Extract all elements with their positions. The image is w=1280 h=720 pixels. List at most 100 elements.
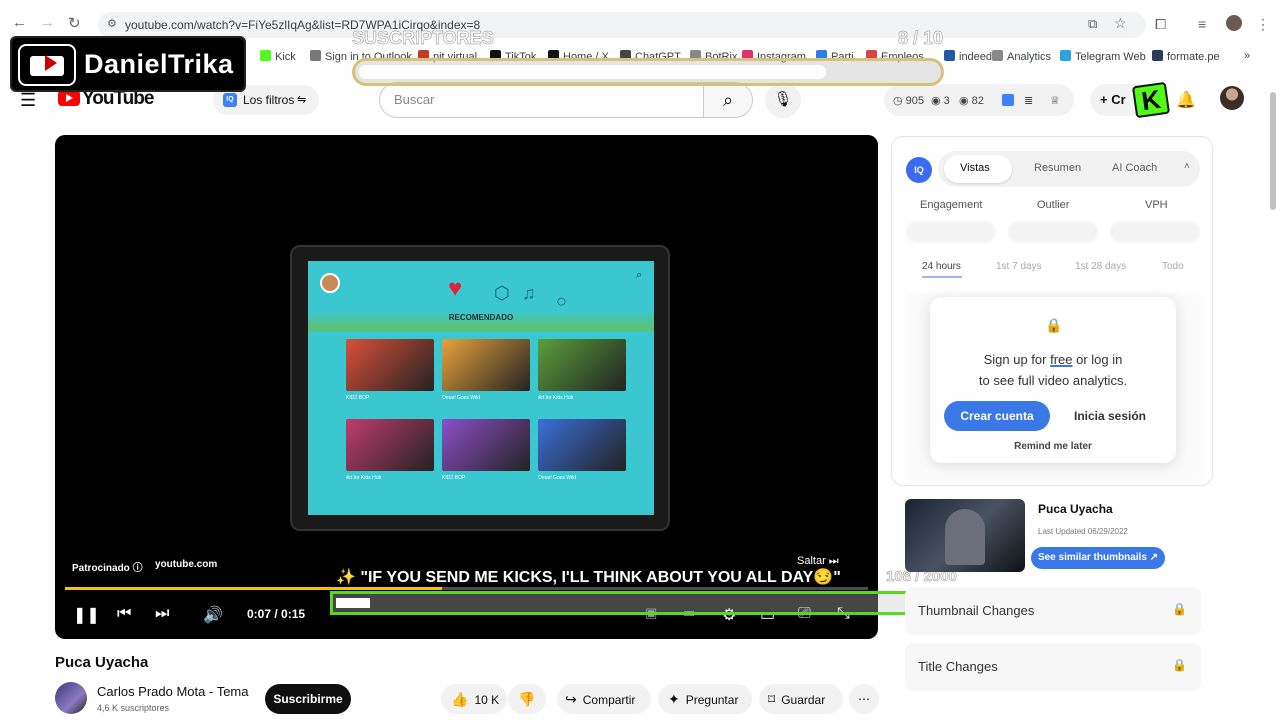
screen-thumbnail-caption: Art for Kids Hub [346, 475, 382, 481]
tab-resumen[interactable]: Resumen [1034, 162, 1081, 174]
microphone-icon: 🎙 [773, 91, 793, 108]
notifications-bell-icon[interactable]: 🔔 [1176, 90, 1196, 110]
screen-thumbnail [538, 419, 626, 471]
dislike-button[interactable]: 👎 [508, 684, 546, 714]
related-thumbnail[interactable] [905, 499, 1025, 572]
bookmark-formate-pe[interactable]: formate.pe [1152, 50, 1220, 63]
user-avatar[interactable] [1220, 86, 1244, 110]
panel-tabs: Vistas Resumen AI Coach [938, 151, 1200, 187]
screen-section-title: RECOMENDADO [448, 313, 514, 322]
bookmark-icon: ⌑ [768, 691, 776, 707]
chrome-menu-icon[interactable]: ⋮ [1256, 16, 1270, 33]
forward-icon[interactable]: → [40, 14, 55, 31]
screen-thumbnail [538, 339, 626, 391]
like-button[interactable]: 👍 10 K [441, 684, 507, 714]
profile-avatar-icon[interactable] [1226, 15, 1242, 31]
subscribe-button[interactable]: Suscribirme [265, 684, 351, 714]
install-app-icon[interactable]: ⧉ [1088, 16, 1097, 32]
tab-vistas[interactable]: Vistas [960, 162, 990, 174]
previous-icon[interactable]: ⏮ [117, 605, 131, 623]
youtube-logo-icon[interactable] [58, 90, 80, 106]
media-icon[interactable]: ≡ [1198, 16, 1206, 32]
related-title: Puca Uyacha [1038, 502, 1113, 516]
bookmark-kick[interactable]: Kick [260, 50, 296, 63]
channel-avatar[interactable] [55, 682, 87, 714]
subscriber-goal-bar [352, 58, 944, 86]
video-title: Puca Uyacha [55, 654, 149, 671]
metric-engagement: Engagement [920, 199, 983, 211]
more-actions-button[interactable]: ⋯ [849, 684, 879, 714]
screen-thumbnail [346, 339, 434, 391]
back-icon[interactable]: ← [12, 14, 27, 31]
progress-bar[interactable] [65, 587, 868, 590]
subscriber-goal-count: 8 / 10 [898, 28, 944, 49]
subscriber-goal-fill [359, 65, 827, 79]
range-24-hours[interactable]: 24 hours [922, 261, 961, 272]
streamer-logo: DanielTrika [10, 36, 246, 92]
progress-fill [65, 587, 443, 590]
play-triangle-icon [45, 55, 57, 71]
gem-icon: ⬡ [494, 283, 510, 303]
create-account-button[interactable]: Crear cuenta [944, 401, 1050, 431]
more-icon: ⋯ [858, 692, 870, 706]
bookmark-indeed[interactable]: indeed [944, 50, 992, 63]
volume-icon[interactable]: 🔊 [203, 605, 223, 625]
sparkle-icon: ✦ [668, 691, 680, 707]
screen-thumbnail-caption: Omari Goes Wild [442, 395, 481, 401]
screen-thumbnail-caption: KIDZ BOP [442, 475, 466, 481]
vidiq-icon: IQ [223, 93, 237, 107]
metric-outlier: Outlier [1037, 199, 1070, 211]
video-player[interactable]: ♥ ⬡ ♫ ○ ⌕ RECOMENDADO KIDZ BOP Omari Goes… [55, 135, 878, 639]
bookmark-analytics[interactable]: Analytics [992, 50, 1051, 63]
pause-icon[interactable]: ❚❚ [73, 605, 100, 625]
subscriber-goal-overlay: SUSCRIPTORES 8 / 10 [352, 28, 944, 90]
site-info-icon[interactable]: ⚙ [107, 17, 117, 30]
metric-vph: VPH [1145, 199, 1168, 211]
bookmark-favicon-icon [260, 50, 271, 61]
related-updated: Last Updated 06/29/2022 [1038, 527, 1128, 536]
range-all[interactable]: Todo [1162, 261, 1184, 272]
tab-ai-coach[interactable]: AI Coach [1112, 162, 1157, 174]
thumbnail-changes-row[interactable]: Thumbnail Changes 🔒 [905, 587, 1201, 635]
heart-icon: ♥ [448, 275, 463, 302]
menu-icon[interactable]: ☰ [20, 90, 36, 111]
vidiq-icon [1002, 94, 1014, 106]
share-button[interactable]: ↪ Compartir [557, 684, 651, 714]
similar-thumbnails-button[interactable]: See similar thumbnails ↗ [1031, 547, 1165, 569]
signup-card: 🔒 Sign up for free or log in to see full … [930, 297, 1176, 463]
free-link[interactable]: free [1050, 352, 1072, 367]
collapse-chevron-icon[interactable]: ˄ [1184, 161, 1190, 172]
thumbs-down-icon: 👎 [518, 691, 536, 707]
extensions-icon[interactable]: ⧠ [1155, 16, 1166, 33]
sponsored-label: Patrocinado ⓘ [72, 563, 143, 574]
search-input[interactable] [394, 92, 694, 107]
login-button[interactable]: Inicia sesión [1058, 401, 1162, 431]
screen-search-icon: ⌕ [636, 269, 643, 281]
range-7-days[interactable]: 1st 7 days [996, 261, 1042, 272]
page-scrollbar[interactable] [1270, 92, 1276, 210]
title-changes-row[interactable]: Title Changes 🔒 [905, 643, 1201, 691]
sponsor-site[interactable]: youtube.com [155, 559, 217, 570]
screen-thumbnail-caption: Omari Goes Wild [538, 475, 577, 481]
screen-thumbnail [442, 419, 530, 471]
bookmark-favicon-icon [944, 50, 955, 61]
ask-button[interactable]: ✦ Preguntar [658, 684, 752, 714]
thumbnail-changes-label: Thumbnail Changes [918, 603, 1035, 618]
reload-icon[interactable]: ↻ [68, 14, 81, 32]
remind-later-link[interactable]: Remind me later [930, 441, 1176, 452]
bookmark-telegram-web[interactable]: Telegram Web [1060, 50, 1146, 63]
range-28-days[interactable]: 1st 28 days [1075, 261, 1126, 272]
metric-engagement-value [906, 221, 996, 243]
views-stat: ◷ 905 [893, 95, 925, 107]
streamer-name: DanielTrika [84, 49, 234, 79]
bookmarks-overflow-icon[interactable]: » [1244, 50, 1250, 62]
bookmark-star-icon[interactable]: ☆ [1114, 15, 1127, 32]
next-icon[interactable]: ⏭ [155, 605, 169, 623]
bookmark-favicon-icon [1060, 50, 1071, 61]
filters-label: Los filtros [243, 93, 295, 107]
time-display: 0:07 / 0:15 [247, 607, 306, 621]
channel-name[interactable]: Carlos Prado Mota - Tema [97, 684, 249, 699]
tablet-screen: ♥ ⬡ ♫ ○ ⌕ RECOMENDADO KIDZ BOP Omari Goes… [308, 261, 654, 515]
save-button[interactable]: ⌑ Guardar [759, 684, 843, 714]
metric-outlier-value [1008, 221, 1098, 243]
